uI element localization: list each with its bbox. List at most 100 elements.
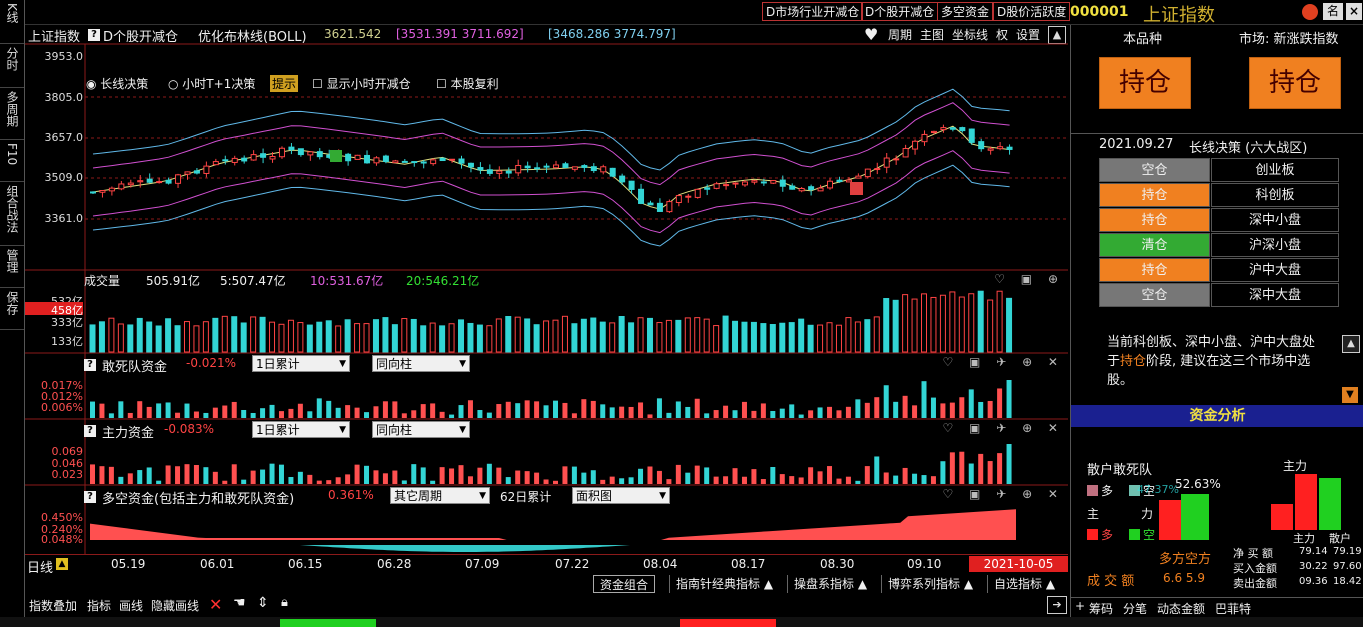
panel3-style-select[interactable]: 面积图 ▼	[572, 487, 670, 504]
candle	[619, 175, 626, 183]
zone-board-5[interactable]: 深中大盘	[1211, 283, 1339, 307]
volume-bar	[439, 325, 446, 353]
panel1-style-select[interactable]: 同向柱 ▼	[372, 355, 470, 372]
index-overlay-button[interactable]: 指数叠加	[29, 597, 77, 614]
fund-bar	[505, 477, 511, 484]
fund-bar	[146, 467, 152, 484]
fund-bar	[930, 476, 936, 484]
compass-indicators-button[interactable]: 指南针经典指标 ▲	[669, 575, 779, 593]
fund-bar	[278, 411, 284, 418]
candle	[203, 165, 210, 174]
tab-chips[interactable]: 筹码	[1089, 600, 1113, 617]
tab-ticks[interactable]: 分笔	[1123, 600, 1147, 617]
tab-buffett[interactable]: 巴菲特	[1215, 600, 1251, 617]
candle	[845, 179, 852, 183]
volume-label: 成交量	[84, 274, 121, 288]
trading-indicators-button[interactable]: 操盘系指标 ▲	[787, 575, 873, 593]
candle	[260, 153, 267, 158]
fund-bar	[808, 467, 814, 484]
fund-bar	[902, 467, 908, 484]
zone-board-2[interactable]: 深中小盘	[1211, 208, 1339, 232]
zone-board-4[interactable]: 沪中大盘	[1211, 258, 1339, 282]
select-value: 1日累计	[256, 423, 300, 437]
fund-bar	[127, 473, 133, 484]
pointer-icon[interactable]: ☚	[233, 595, 246, 611]
volume-bar	[514, 316, 521, 353]
delete-icon[interactable]: ✕	[209, 595, 222, 614]
volume-bar	[911, 298, 918, 353]
fund-bar	[940, 461, 946, 484]
lock-icon[interactable]: 🔒︎	[281, 595, 288, 610]
p2-y-tick: 0.023	[51, 468, 84, 481]
game-indicators-button[interactable]: 博弈系列指标 ▲	[881, 575, 979, 593]
panel-icons[interactable]: ♡ ▣ ✈ ⊕ ✕	[942, 487, 1064, 501]
chevron-down-icon: ▼	[479, 491, 486, 501]
candle	[789, 185, 796, 190]
indicator-button[interactable]: 指标	[87, 597, 111, 614]
minimize-icon[interactable]	[1302, 4, 1318, 20]
panel-icons[interactable]: ♡ ▣ ✈ ⊕ ✕	[942, 355, 1064, 369]
candle	[741, 181, 748, 186]
draw-line-button[interactable]: 画线	[119, 597, 143, 614]
name-button[interactable]: 名	[1323, 3, 1343, 20]
zhu-label: 主	[1087, 507, 1100, 521]
fund-bar	[108, 466, 114, 484]
fund-bar	[175, 412, 181, 418]
panel1-help[interactable]: ?	[84, 357, 99, 371]
zone-board-1[interactable]: 科创板	[1211, 183, 1339, 207]
panel1-header: ? 敢死队资金 -0.021% 1日累计 ▼ 同向柱 ▼ ♡ ▣ ✈ ⊕ ✕	[84, 355, 1064, 375]
volume-bar	[609, 322, 616, 353]
fund-bar	[250, 412, 256, 418]
fund-bar	[212, 407, 218, 418]
fund-bar	[855, 480, 861, 484]
select-value: 其它周期	[394, 489, 443, 503]
volume-ma5: 5:507.47亿	[220, 274, 286, 288]
period-toggle-icon[interactable]: ▲	[56, 558, 68, 570]
arrow-right-icon[interactable]: ➔	[1047, 596, 1067, 614]
candle	[297, 148, 304, 156]
candle	[99, 190, 106, 193]
fund-bar	[704, 467, 710, 484]
panel-icons[interactable]: ♡ ▣ ⊕	[994, 272, 1064, 286]
panel1-period-select[interactable]: 1日累计 ▼	[252, 355, 350, 372]
zone-board-0[interactable]: 创业板	[1211, 158, 1339, 182]
fund-bar	[817, 407, 823, 418]
fund-bar	[978, 453, 984, 484]
fund-bar	[505, 401, 511, 418]
net-buy-main: 79.14	[1299, 546, 1328, 557]
panel2-style-select[interactable]: 同向柱 ▼	[372, 421, 470, 438]
market-position-button[interactable]: 持仓	[1249, 57, 1341, 109]
fund-bar	[874, 397, 880, 418]
hide-lines-button[interactable]: 隐藏画线	[151, 597, 199, 614]
move-icon[interactable]: ⇕	[257, 595, 269, 611]
fund-bar	[420, 467, 426, 484]
fund-bar	[401, 480, 407, 484]
net-buy-retail: 79.19	[1333, 546, 1362, 557]
panel2-header: ? 主力资金 -0.083% 1日累计 ▼ 同向柱 ▼ ♡ ▣ ✈ ⊕ ✕	[84, 421, 1064, 441]
scroll-down-icon[interactable]: ▼	[1342, 387, 1358, 403]
custom-indicators-button[interactable]: 自选指标 ▲	[987, 575, 1061, 593]
panel3-period-select[interactable]: 其它周期 ▼	[390, 487, 490, 504]
fund-bar	[326, 480, 332, 484]
fund-bar	[231, 464, 237, 484]
expand-plus-icon[interactable]: +	[1075, 599, 1085, 613]
fund-bar	[959, 451, 965, 484]
panel2-help[interactable]: ?	[84, 423, 99, 437]
volume-bar	[458, 319, 465, 353]
panel3-help[interactable]: ?	[84, 489, 99, 503]
scroll-up-icon[interactable]: ▲	[1342, 335, 1360, 353]
panel-icons[interactable]: ♡ ▣ ✈ ⊕ ✕	[942, 421, 1064, 435]
volume-bar	[429, 322, 436, 353]
panel2-period-select[interactable]: 1日累计 ▼	[252, 421, 350, 438]
volume-bar	[968, 293, 975, 353]
zone-board-3[interactable]: 沪深小盘	[1211, 233, 1339, 257]
duo-label-main: 多	[1101, 528, 1114, 542]
fund-bar	[127, 412, 133, 418]
fund-combo-button[interactable]: 资金组合	[593, 575, 656, 593]
tab-dynamic-amount[interactable]: 动态金额	[1157, 600, 1205, 617]
self-position-button[interactable]: 持仓	[1099, 57, 1191, 109]
candle	[770, 180, 777, 184]
candle	[836, 179, 843, 183]
candle	[930, 130, 937, 133]
close-icon[interactable]: ×	[1346, 3, 1362, 20]
